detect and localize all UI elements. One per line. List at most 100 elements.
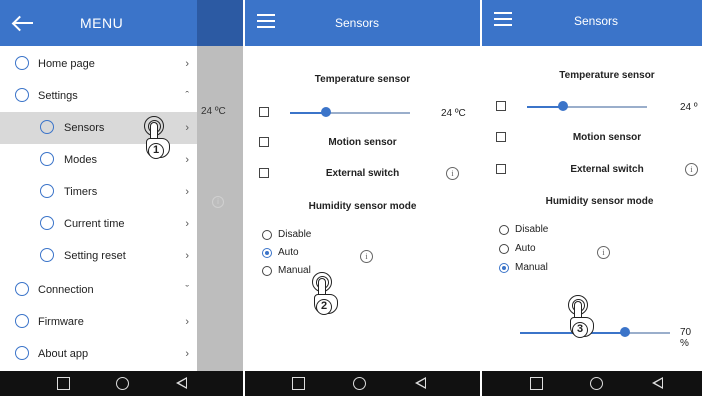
menu-item-label: Home page [38,58,95,70]
drawer-header: MENU [0,0,197,46]
menu-item-settings[interactable]: Settings ˆ [0,80,197,112]
menu-item-label: Setting reset [64,250,126,262]
tap-gesture-icon: 2 [306,272,346,318]
app-bar: Sensors [245,0,480,46]
humidity-mode-heading: Humidity sensor mode [545,196,654,207]
background-app-edge: 24 ºC i [197,0,243,371]
temperature-slider-thumb[interactable] [558,101,568,111]
recent-apps-icon[interactable] [57,377,70,390]
menu-item-label: Settings [38,90,78,102]
background-temperature: 24 ºC [201,106,226,117]
step-badge: 1 [148,143,164,159]
recent-apps-icon[interactable] [292,377,305,390]
menu-item-label: Connection [38,284,94,296]
back-arrow-icon[interactable] [13,22,33,24]
phone-screen-sensors-auto: Sensors Temperature sensor 24 ºC Motion … [245,0,480,396]
external-switch-label: External switch [570,164,644,175]
home-button-icon[interactable] [353,377,366,390]
info-icon [15,346,29,360]
external-switch-label: External switch [325,168,400,179]
connection-icon [15,282,29,296]
background-info-icon: i [212,196,224,208]
chevron-right-icon: › [185,348,189,360]
humidity-value: 70 % [680,327,692,349]
timers-icon [40,184,54,198]
step-badge: 3 [572,322,588,338]
back-button-icon[interactable] [652,377,663,389]
radio-label-auto: Auto [515,243,536,254]
hamburger-menu-icon[interactable] [257,14,275,28]
sensors-icon [40,120,54,134]
screen-title: Sensors [335,16,380,30]
menu-item-home-page[interactable]: Home page › [0,48,197,80]
android-navigation-bar [482,371,702,396]
step-badge: 2 [316,299,332,315]
temperature-value: 24 º [680,102,698,113]
phone-screen-sensors-manual: Sensors Temperature sensor 24 º Motion s… [482,0,702,396]
radio-label-manual: Manual [515,262,548,273]
temperature-sensor-heading: Temperature sensor [559,70,655,81]
background-appbar [197,0,243,46]
hamburger-menu-icon[interactable] [494,12,512,26]
humidity-info-icon[interactable]: i [360,250,373,263]
clock-icon [40,216,54,230]
chevron-up-icon: ˆ [185,90,189,102]
chevron-right-icon: › [185,58,189,70]
radio-disable[interactable] [262,230,272,240]
menu-item-current-time[interactable]: Current time › [0,208,197,240]
external-switch-info-icon[interactable]: i [446,167,459,180]
temperature-value: 24 ºC [441,108,466,119]
settings-icon [15,88,29,102]
screen-title: Sensors [574,14,619,28]
chevron-right-icon: › [185,154,189,166]
temperature-sensor-checkbox[interactable] [259,107,269,117]
drawer-title: MENU [80,15,124,31]
external-switch-info-icon[interactable]: i [685,163,698,176]
firmware-icon [15,314,29,328]
radio-auto[interactable] [262,248,272,258]
humidity-info-icon[interactable]: i [597,246,610,259]
menu-item-about-app[interactable]: About app › [0,338,197,370]
chevron-right-icon: › [185,122,189,134]
menu-item-connection[interactable]: Connection ˇ [0,274,197,306]
temperature-sensor-checkbox[interactable] [496,101,506,111]
home-button-icon[interactable] [116,377,129,390]
recent-apps-icon[interactable] [530,377,543,390]
back-button-icon[interactable] [176,377,187,389]
tap-gesture-icon: 1 [138,116,178,162]
app-bar: Sensors [482,0,702,46]
radio-label-disable: Disable [515,224,549,235]
menu-item-label: Sensors [64,122,105,134]
home-icon [15,56,29,70]
chevron-right-icon: › [185,186,189,198]
radio-label-disable: Disable [278,229,312,240]
modes-icon [40,152,54,166]
menu-item-timers[interactable]: Timers › [0,176,197,208]
navigation-drawer: MENU Home page › Settings ˆ Sensors › Mo… [0,0,197,371]
menu-item-firmware[interactable]: Firmware › [0,306,197,338]
chevron-right-icon: › [185,218,189,230]
chevron-down-icon: ˇ [185,284,189,296]
temperature-sensor-heading: Temperature sensor [314,74,411,85]
android-navigation-bar [245,371,480,396]
home-button-icon[interactable] [590,377,603,390]
radio-disable[interactable] [499,225,509,235]
phone-screen-menu: 24 ºC i MENU Home page › Settings ˆ Sens… [0,0,243,396]
tap-gesture-icon: 3 [562,295,602,341]
motion-sensor-label: Motion sensor [572,132,642,143]
menu-item-label: Firmware [38,316,84,328]
menu-item-label: Current time [64,218,125,230]
chevron-right-icon: › [185,316,189,328]
back-button-icon[interactable] [415,377,426,389]
humidity-mode-heading: Humidity sensor mode [308,201,417,212]
radio-auto[interactable] [499,244,509,254]
humidity-slider-thumb[interactable] [620,327,630,337]
motion-sensor-label: Motion sensor [328,137,397,148]
menu-item-label: Modes [64,154,98,166]
menu-item-setting-reset[interactable]: Setting reset › [0,240,197,272]
temperature-slider-thumb[interactable] [321,107,331,117]
chevron-right-icon: › [185,250,189,262]
radio-manual[interactable] [499,263,509,273]
radio-manual[interactable] [262,266,272,276]
reset-icon [40,248,54,262]
